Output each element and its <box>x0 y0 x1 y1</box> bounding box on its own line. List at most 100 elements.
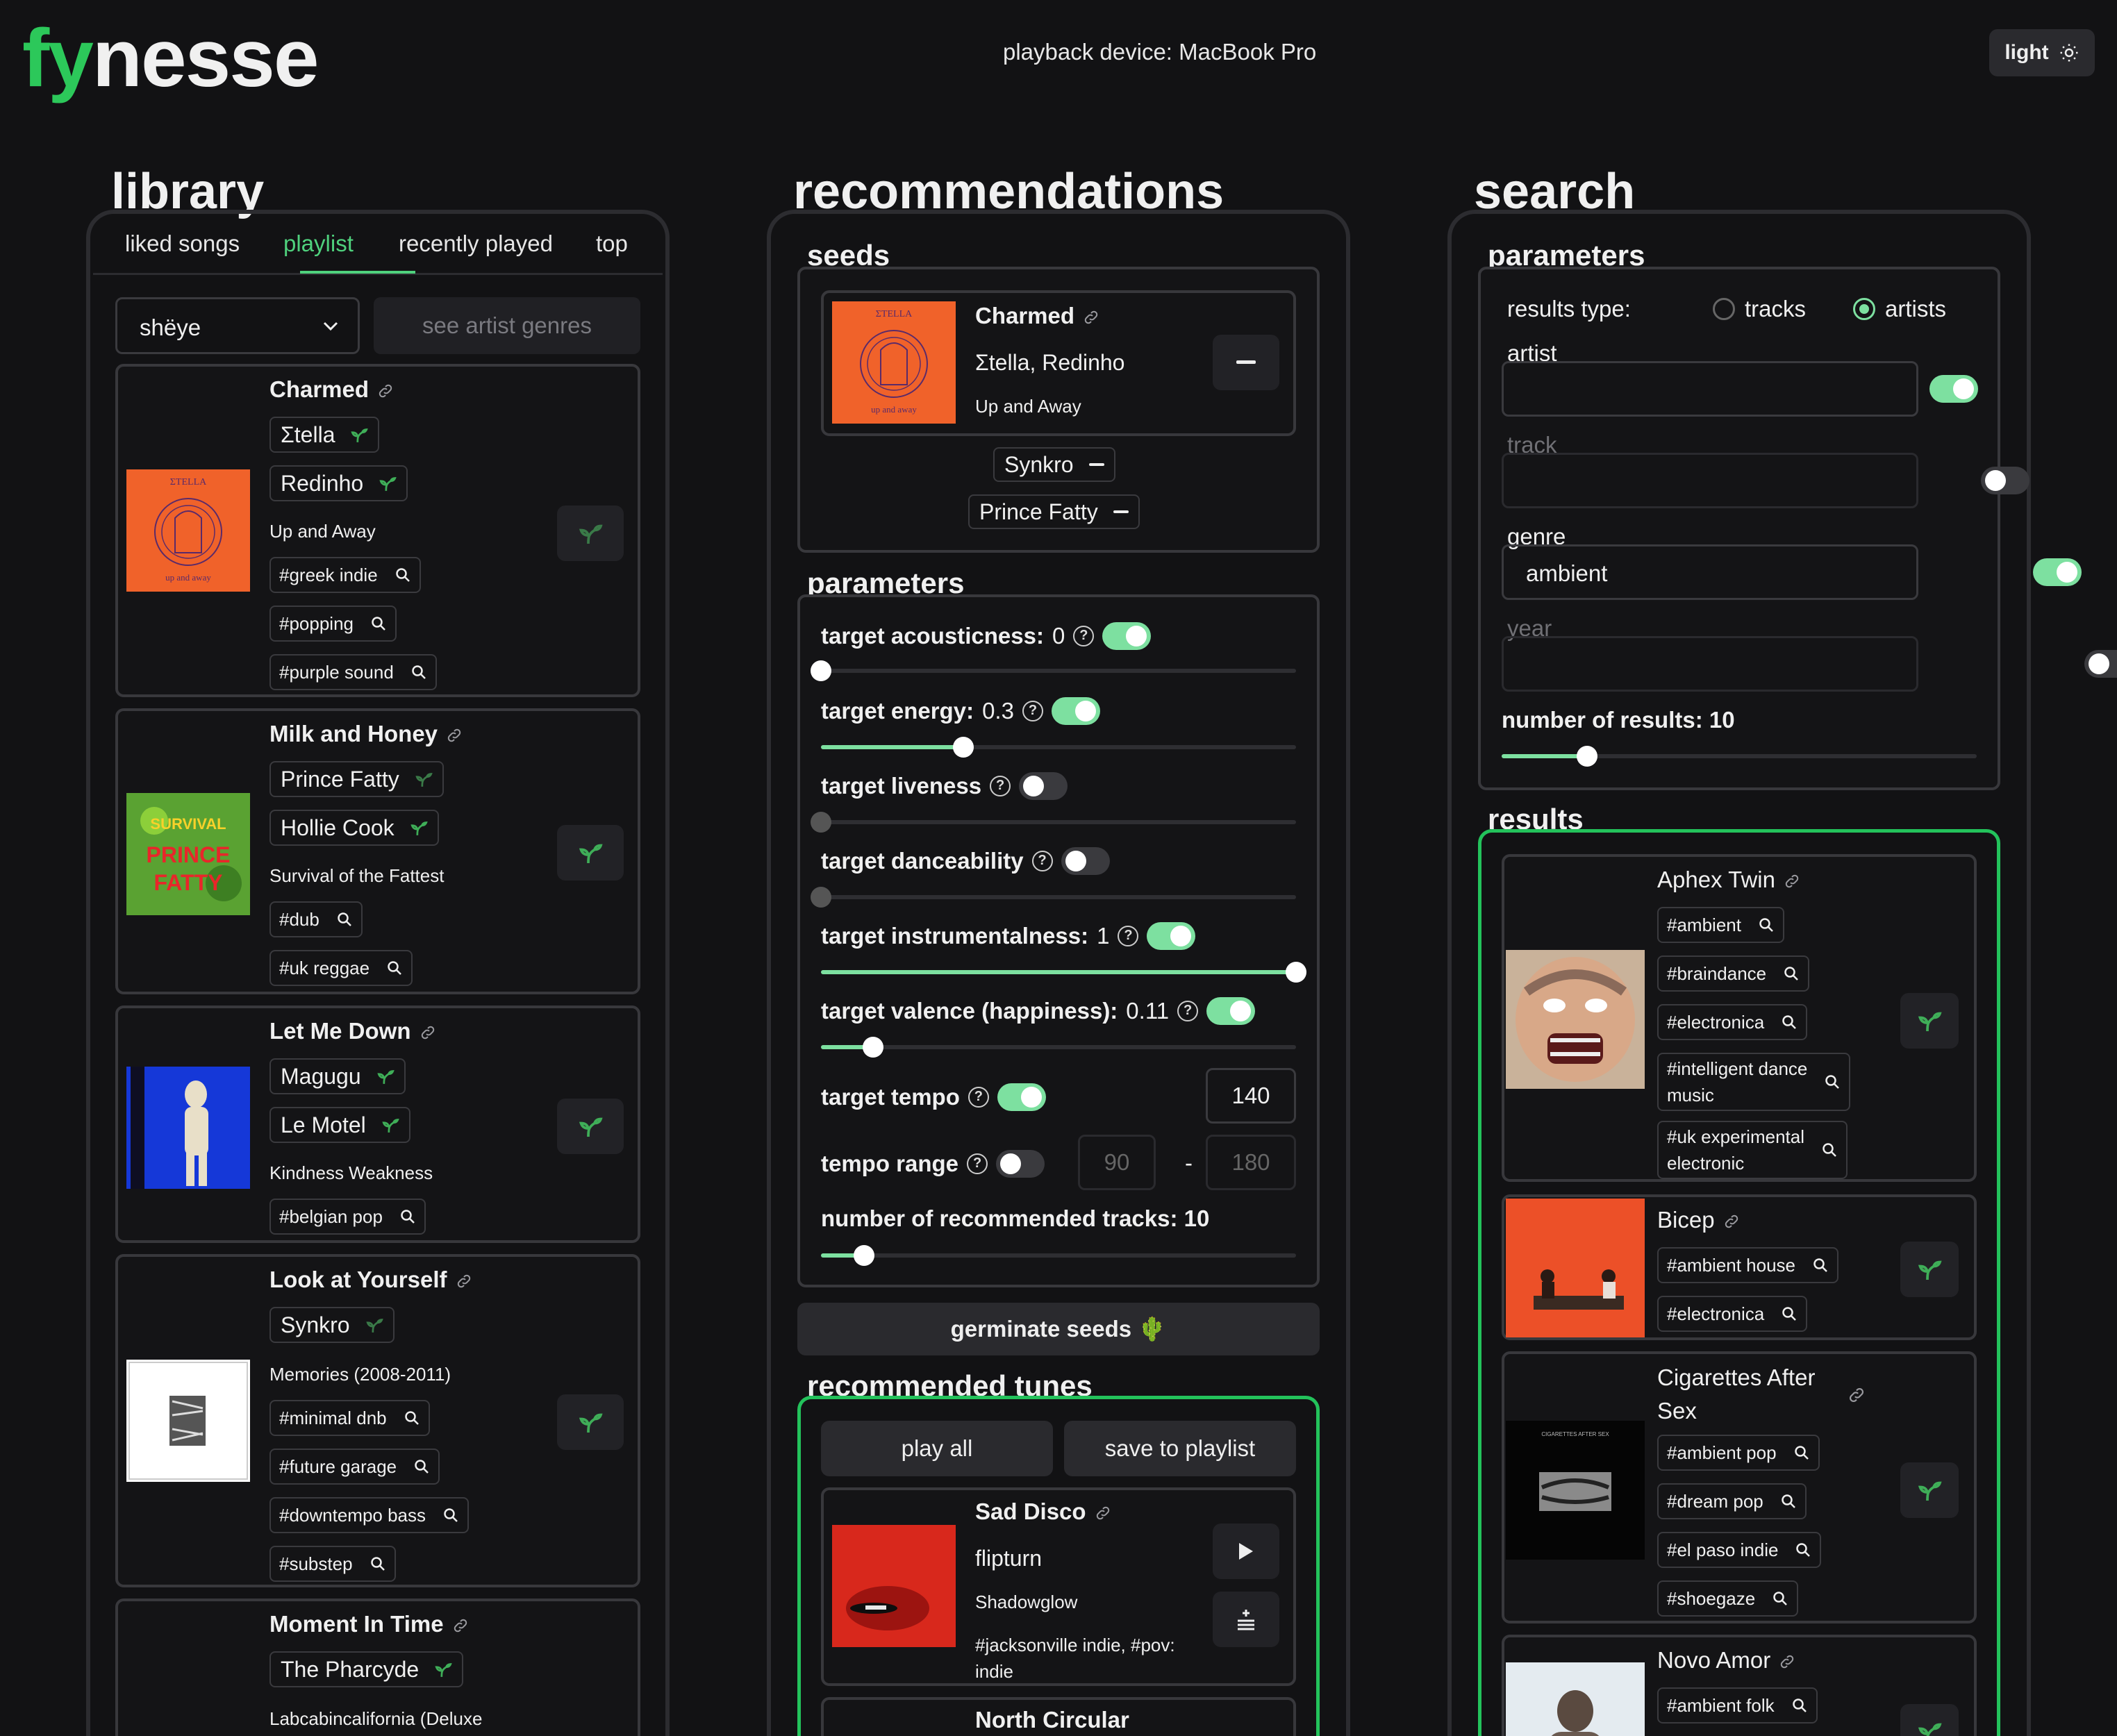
genre-tag[interactable]: #greek indie <box>269 557 421 593</box>
tempo-max-input[interactable]: 180 <box>1206 1135 1296 1190</box>
artist-name[interactable]: Bicep <box>1657 1207 1740 1233</box>
toggle-liveness[interactable] <box>1019 772 1068 800</box>
genre-tag[interactable]: #electronica <box>1657 1296 1808 1332</box>
add-seed-button[interactable] <box>1900 993 1959 1049</box>
toggle-genre[interactable] <box>2032 558 2082 586</box>
link-icon[interactable] <box>1083 309 1099 326</box>
link-icon[interactable] <box>1779 1653 1795 1670</box>
add-seed-button[interactable] <box>557 1394 624 1450</box>
tab-playlist[interactable]: playlist <box>283 231 354 257</box>
minus-icon[interactable] <box>1088 462 1104 467</box>
genre-tag[interactable]: #dream pop <box>1657 1483 1807 1519</box>
genre-tag[interactable]: #braindance <box>1657 955 1810 992</box>
toggle-track[interactable] <box>1981 467 2030 494</box>
artist-chip[interactable]: Prince Fatty <box>269 761 444 797</box>
genre-tag[interactable]: #el paso indie <box>1657 1532 1822 1568</box>
minus-icon[interactable] <box>1113 510 1129 514</box>
link-icon[interactable] <box>1095 1505 1111 1521</box>
artist-name[interactable]: Novo Amor <box>1657 1647 1795 1674</box>
genre-tag[interactable]: #ambient <box>1657 907 1784 943</box>
tab-top[interactable]: top <box>596 231 628 257</box>
toggle-tempo-range[interactable] <box>996 1150 1045 1178</box>
see-artist-genres-button[interactable]: see artist genres <box>374 297 640 354</box>
save-to-playlist-button[interactable]: save to playlist <box>1064 1421 1296 1476</box>
slider-energy[interactable] <box>821 737 1296 758</box>
genre-tag[interactable]: #uk experimental electronic <box>1657 1121 1848 1179</box>
toggle-artist[interactable] <box>1929 375 1978 403</box>
germinate-seeds-button[interactable]: germinate seeds 🌵 <box>797 1303 1320 1355</box>
toggle-energy[interactable] <box>1051 697 1100 725</box>
genre-tag[interactable]: #ambient folk <box>1657 1687 1818 1724</box>
link-icon[interactable] <box>452 1617 469 1634</box>
seed-artist-chip[interactable]: Prince Fatty <box>968 494 1140 529</box>
add-seed-button[interactable] <box>1900 1242 1959 1297</box>
help-icon[interactable]: ? <box>1031 851 1053 871</box>
track-title[interactable]: Look at Yourself <box>269 1267 472 1293</box>
help-icon[interactable]: ? <box>967 1153 988 1174</box>
artist-chip[interactable]: Le Motel <box>269 1107 410 1143</box>
help-icon[interactable]: ? <box>1022 701 1043 721</box>
genre-tag[interactable]: #purple sound <box>269 654 437 690</box>
radio-artists[interactable]: artists <box>1853 296 1946 322</box>
genre-tag[interactable]: #electronica <box>1657 1004 1808 1040</box>
help-icon[interactable]: ? <box>990 776 1011 796</box>
artist-name[interactable]: Cigarettes After Sex <box>1657 1361 1815 1428</box>
link-icon[interactable] <box>446 727 463 744</box>
artist-chip[interactable]: Redinho <box>269 465 408 501</box>
playlist-select[interactable]: shëye <box>115 297 360 354</box>
slider-valence[interactable] <box>821 1037 1296 1058</box>
add-seed-button[interactable] <box>1900 1704 1959 1736</box>
artist-chip[interactable]: Hollie Cook <box>269 810 439 846</box>
radio-tracks[interactable]: tracks <box>1713 296 1806 322</box>
genre-tag[interactable]: #substep <box>269 1546 396 1582</box>
add-seed-button[interactable] <box>557 506 624 561</box>
link-icon[interactable] <box>1723 1213 1740 1230</box>
artist-chip[interactable]: The Pharcyde <box>269 1651 464 1687</box>
year-input[interactable] <box>1502 636 1918 692</box>
artist-chip[interactable]: Synkro <box>269 1307 395 1343</box>
genre-tag[interactable]: #dub <box>269 901 363 937</box>
tab-liked-songs[interactable]: liked songs <box>125 231 240 257</box>
track-input[interactable] <box>1502 453 1918 508</box>
toggle-danceability[interactable] <box>1061 847 1110 875</box>
genre-tag[interactable]: #shoegaze <box>1657 1580 1799 1617</box>
link-icon[interactable] <box>456 1273 472 1290</box>
genre-tag[interactable]: #ambient house <box>1657 1247 1839 1283</box>
artist-input[interactable] <box>1502 361 1918 417</box>
seed-artist-chip[interactable]: Synkro <box>993 447 1115 482</box>
help-icon[interactable]: ? <box>1073 626 1095 646</box>
radio-button[interactable] <box>1713 298 1735 320</box>
tempo-min-input[interactable]: 90 <box>1078 1135 1156 1190</box>
track-title[interactable]: Milk and Honey <box>269 721 463 747</box>
genre-tag[interactable]: #uk reggae <box>269 950 413 986</box>
tempo-input[interactable]: 140 <box>1206 1068 1296 1124</box>
genre-tag[interactable]: #future garage <box>269 1449 440 1485</box>
toggle-year[interactable] <box>2084 650 2117 678</box>
help-icon[interactable]: ? <box>1118 926 1139 946</box>
link-icon[interactable] <box>377 383 394 399</box>
link-icon[interactable] <box>1848 1386 1866 1404</box>
slider-acousticness[interactable] <box>811 660 1296 681</box>
genre-tag[interactable]: #popping <box>269 606 397 642</box>
remove-seed-button[interactable] <box>1213 335 1279 390</box>
play-all-button[interactable]: play all <box>821 1421 1053 1476</box>
slider-track-count[interactable] <box>821 1245 1296 1266</box>
help-icon[interactable]: ? <box>1177 1001 1199 1021</box>
track-title[interactable]: Moment In Time <box>269 1611 469 1637</box>
genre-input[interactable]: ambient <box>1502 544 1918 600</box>
slider-liveness[interactable] <box>811 812 1296 833</box>
add-seed-button[interactable] <box>1900 1462 1959 1518</box>
slider-danceability[interactable] <box>811 887 1296 908</box>
genre-tag[interactable]: #intelligent dance music <box>1657 1053 1851 1111</box>
toggle-instrumentalness[interactable] <box>1147 922 1196 950</box>
slider-instrumentalness[interactable] <box>821 962 1306 983</box>
genre-tag[interactable]: #downtempo bass <box>269 1497 470 1533</box>
track-title[interactable]: Let Me Down <box>269 1018 436 1044</box>
artist-chip[interactable]: Σtella <box>269 417 380 453</box>
genre-tag[interactable]: #minimal dnb <box>269 1400 430 1436</box>
artist-name[interactable]: Aphex Twin <box>1657 867 1800 893</box>
radio-button[interactable] <box>1853 298 1875 320</box>
genre-tag[interactable]: #belgian pop <box>269 1199 426 1235</box>
toggle-acousticness[interactable] <box>1102 622 1152 650</box>
theme-toggle-button[interactable]: light <box>1989 29 2095 76</box>
